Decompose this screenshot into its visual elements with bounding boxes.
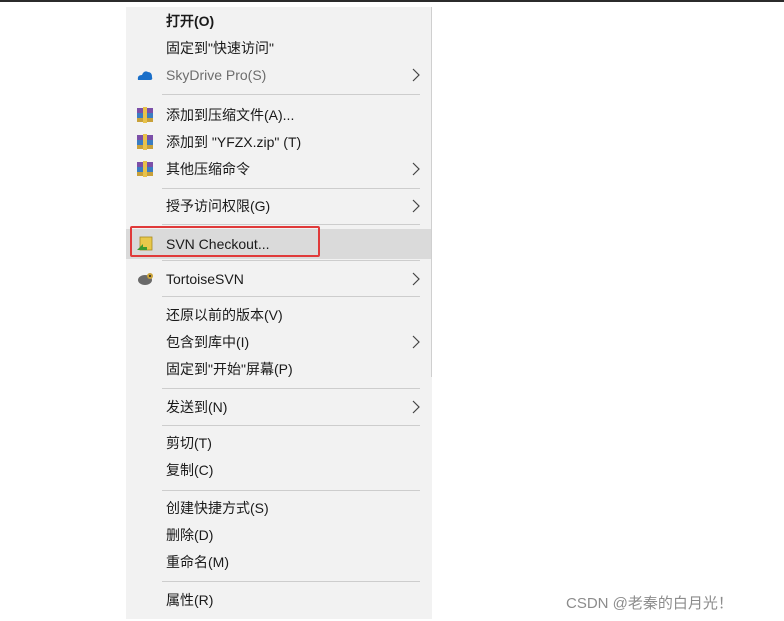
menu-item-skydrive-pro[interactable]: SkyDrive Pro(S)	[126, 62, 432, 88]
winrar-icon	[137, 161, 153, 177]
tortoisesvn-icon	[138, 273, 153, 285]
menu-item-open[interactable]: 打开(O)	[126, 8, 432, 34]
menu-item-pin-to-start[interactable]: 固定到"开始"屏幕(P)	[126, 356, 432, 382]
menu-separator	[162, 224, 420, 225]
watermark: CSDN @老秦的白月光！	[566, 595, 733, 612]
menu-item-add-to-archive[interactable]: 添加到压缩文件(A)...	[126, 102, 432, 128]
chevron-right-icon	[412, 400, 420, 414]
annotation-highlight-box	[130, 226, 320, 257]
menu-item-label: 重命名(M)	[166, 554, 229, 570]
menu-item-rename[interactable]: 重命名(M)	[126, 549, 432, 575]
chevron-right-icon	[412, 162, 420, 176]
menu-item-label: 包含到库中(I)	[166, 334, 250, 350]
skydrive-cloud-icon	[137, 71, 153, 80]
chevron-right-icon	[412, 335, 420, 349]
menu-item-label: 其他压缩命令	[166, 161, 250, 177]
menu-item-label: 添加到 "YFZX.zip" (T)	[166, 134, 302, 150]
chevron-right-icon	[412, 199, 420, 213]
menu-item-label: 打开(O)	[166, 13, 215, 29]
menu-item-add-to-zip[interactable]: 添加到 "YFZX.zip" (T)	[126, 129, 432, 155]
menu-separator	[162, 296, 420, 297]
menu-separator	[162, 581, 420, 582]
winrar-icon	[137, 134, 153, 150]
menu-item-label: SkyDrive Pro(S)	[166, 67, 267, 83]
menu-item-label: 属性(R)	[166, 592, 214, 608]
menu-item-cut[interactable]: 剪切(T)	[126, 430, 432, 456]
menu-separator	[162, 260, 420, 261]
menu-separator	[162, 425, 420, 426]
menu-item-tortoisesvn[interactable]: TortoiseSVN	[126, 266, 432, 292]
menu-item-label: 授予访问权限(G)	[166, 198, 271, 214]
chevron-right-icon	[412, 68, 420, 82]
context-menu: 打开(O) 固定到"快速访问" SkyDrive Pro(S) 添加到压缩文件(…	[126, 7, 432, 619]
menu-separator	[162, 490, 420, 491]
chevron-right-icon	[412, 272, 420, 286]
menu-separator	[162, 94, 420, 95]
menu-item-pin-quick-access[interactable]: 固定到"快速访问"	[126, 35, 432, 61]
menu-separator	[162, 388, 420, 389]
menu-item-grant-access[interactable]: 授予访问权限(G)	[126, 193, 432, 219]
menu-item-label: 剪切(T)	[166, 435, 212, 451]
menu-item-label: 添加到压缩文件(A)...	[166, 107, 295, 123]
menu-item-label: 还原以前的版本(V)	[166, 307, 283, 323]
menu-item-label: 复制(C)	[166, 462, 214, 478]
menu-item-more-compress[interactable]: 其他压缩命令	[126, 156, 432, 182]
menu-item-label: TortoiseSVN	[166, 271, 244, 287]
menu-item-create-shortcut[interactable]: 创建快捷方式(S)	[126, 495, 432, 521]
menu-item-label: 固定到"快速访问"	[166, 40, 274, 56]
winrar-icon	[137, 107, 153, 123]
menu-separator	[162, 188, 420, 189]
menu-item-copy[interactable]: 复制(C)	[126, 457, 432, 483]
menu-item-label: 发送到(N)	[166, 399, 228, 415]
menu-border	[431, 7, 432, 377]
menu-item-restore-versions[interactable]: 还原以前的版本(V)	[126, 302, 432, 328]
menu-item-send-to[interactable]: 发送到(N)	[126, 394, 432, 420]
menu-item-delete[interactable]: 删除(D)	[126, 522, 432, 548]
top-border	[0, 0, 784, 2]
menu-item-properties[interactable]: 属性(R)	[126, 587, 432, 613]
menu-item-include-in-library[interactable]: 包含到库中(I)	[126, 329, 432, 355]
menu-item-label: 固定到"开始"屏幕(P)	[166, 361, 293, 377]
menu-item-label: 删除(D)	[166, 527, 214, 543]
menu-item-label: 创建快捷方式(S)	[166, 500, 269, 516]
